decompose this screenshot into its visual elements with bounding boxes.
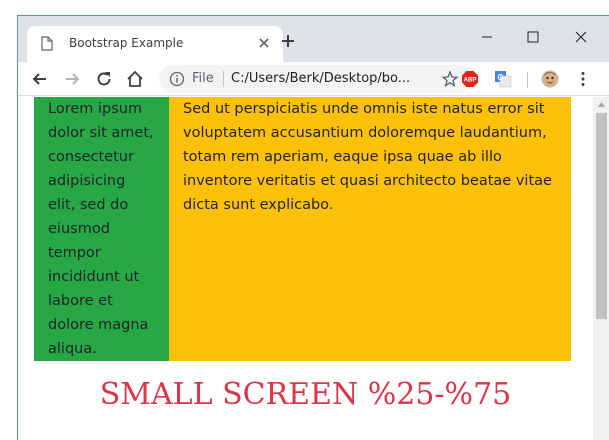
url-text[interactable]: C:/Users/Berk/Desktop/bo... xyxy=(231,71,421,86)
bookmark-star-icon[interactable] xyxy=(441,70,459,88)
minimize-icon[interactable] xyxy=(464,22,510,52)
page-heading: SMALL SCREEN %25-%75 xyxy=(99,377,512,412)
abp-label: ABP xyxy=(464,78,477,84)
back-arrow-icon[interactable] xyxy=(30,69,50,89)
vertical-scrollbar[interactable] xyxy=(593,97,609,440)
maximize-icon[interactable] xyxy=(510,22,556,52)
info-icon[interactable] xyxy=(169,71,185,87)
document-icon xyxy=(41,36,53,51)
new-tab-icon[interactable] xyxy=(280,33,296,49)
yellow-column: Sed ut perspiciatis unde omnis iste natu… xyxy=(169,97,571,361)
tab-strip: Bootstrap Example xyxy=(18,16,609,62)
google-translate-icon[interactable]: G xyxy=(494,70,512,88)
forward-arrow-icon[interactable] xyxy=(62,69,82,89)
toolbar-divider xyxy=(527,72,528,88)
menu-kebab-icon[interactable] xyxy=(574,70,592,88)
home-icon[interactable] xyxy=(125,69,145,89)
scheme-label: File xyxy=(192,71,214,86)
adblock-plus-icon[interactable]: ABP xyxy=(461,70,479,88)
reload-icon[interactable] xyxy=(94,69,114,89)
scrollbar-thumb[interactable] xyxy=(596,113,607,319)
green-column-text: Lorem ipsum dolor sit amet, consectetur … xyxy=(48,101,154,357)
profile-avatar[interactable] xyxy=(541,70,559,88)
browser-window: Bootstrap Example File C:/Users/Berk/Des… xyxy=(17,15,609,440)
close-tab-icon[interactable] xyxy=(255,34,273,52)
green-column: Lorem ipsum dolor sit amet, consectetur … xyxy=(34,97,169,361)
omnibox-divider xyxy=(223,71,224,87)
tab-title: Bootstrap Example xyxy=(69,36,184,50)
tab-bootstrap-example[interactable]: Bootstrap Example xyxy=(27,26,283,62)
address-bar[interactable]: File C:/Users/Berk/Desktop/bo... xyxy=(159,65,473,93)
scroll-up-arrow-icon[interactable] xyxy=(597,100,606,109)
page-viewport: Lorem ipsum dolor sit amet, consectetur … xyxy=(18,97,593,440)
browser-toolbar: File C:/Users/Berk/Desktop/bo... ABP G xyxy=(18,62,609,96)
bootstrap-row: Lorem ipsum dolor sit amet, consectetur … xyxy=(34,97,571,361)
yellow-column-text: Sed ut perspiciatis unde omnis iste natu… xyxy=(183,101,552,213)
close-window-icon[interactable] xyxy=(558,22,604,52)
svg-text:G: G xyxy=(497,73,503,82)
